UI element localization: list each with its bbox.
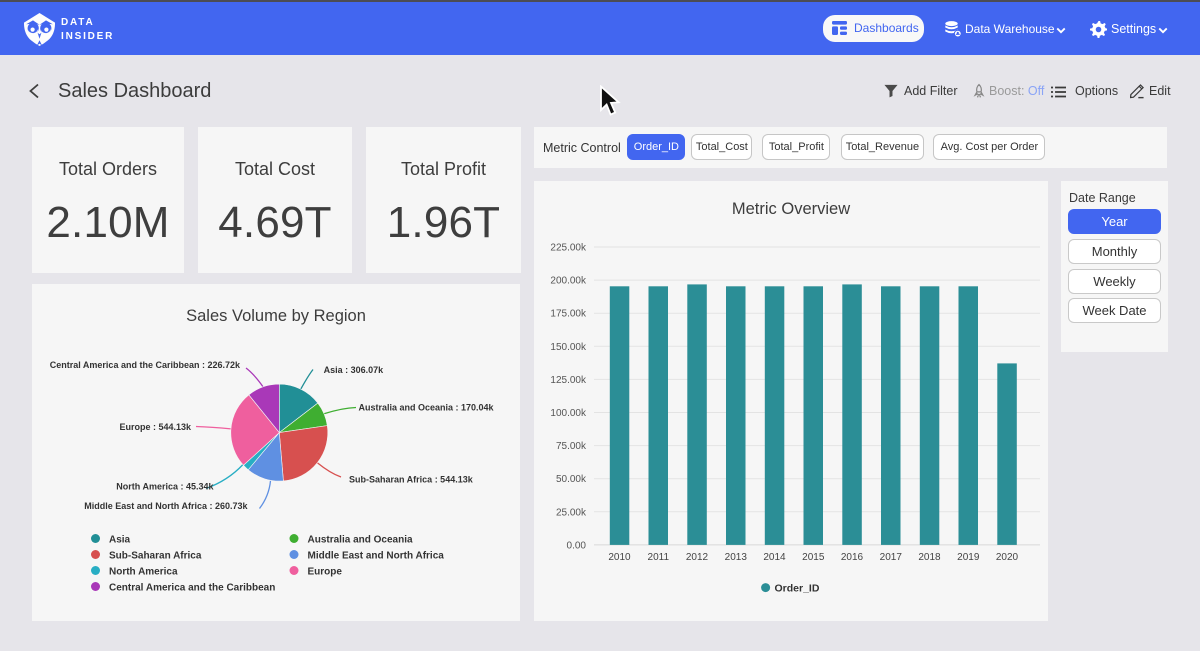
svg-text:175.00k: 175.00k	[550, 309, 587, 320]
svg-text:150.00k: 150.00k	[550, 342, 587, 353]
svg-text:Sales Volume by Region: Sales Volume by Region	[186, 307, 366, 325]
svg-text:75.00k: 75.00k	[556, 441, 587, 452]
svg-text:125.00k: 125.00k	[550, 375, 587, 386]
svg-text:225.00k: 225.00k	[550, 243, 587, 254]
svg-text:Metric Overview: Metric Overview	[732, 200, 850, 218]
svg-text:2020: 2020	[996, 552, 1019, 563]
svg-text:North America : 45.34k: North America : 45.34k	[116, 482, 214, 492]
svg-text:Australia and Oceania: Australia and Oceania	[308, 535, 413, 546]
svg-text:0.00: 0.00	[567, 540, 587, 551]
svg-text:100.00k: 100.00k	[550, 408, 587, 419]
svg-text:Europe : 544.13k: Europe : 544.13k	[119, 422, 192, 432]
svg-text:2016: 2016	[841, 552, 864, 563]
svg-text:Asia : 306.07k: Asia : 306.07k	[324, 365, 385, 375]
svg-text:2014: 2014	[763, 552, 786, 563]
svg-text:Central America and the Caribb: Central America and the Caribbean : 226.…	[50, 360, 241, 370]
svg-text:North America: North America	[109, 567, 178, 578]
svg-text:2013: 2013	[725, 552, 748, 563]
svg-text:Middle East and North Africa: Middle East and North Africa	[308, 551, 445, 562]
svg-text:Australia and Oceania : 170.04: Australia and Oceania : 170.04k	[359, 403, 495, 413]
svg-text:25.00k: 25.00k	[556, 507, 587, 518]
svg-text:Middle East and North Africa :: Middle East and North Africa : 260.73k	[84, 501, 248, 511]
svg-text:Central America and the Caribb: Central America and the Caribbean	[109, 583, 275, 594]
svg-text:2018: 2018	[918, 552, 941, 563]
svg-text:200.00k: 200.00k	[550, 276, 587, 287]
svg-text:2015: 2015	[802, 552, 825, 563]
svg-text:50.00k: 50.00k	[556, 474, 587, 485]
svg-text:Europe: Europe	[308, 567, 343, 578]
svg-text:2010: 2010	[608, 552, 631, 563]
svg-text:Sub-Saharan Africa : 544.13k: Sub-Saharan Africa : 544.13k	[349, 475, 474, 485]
svg-text:Sub-Saharan Africa: Sub-Saharan Africa	[109, 551, 202, 562]
svg-text:Asia: Asia	[109, 535, 131, 546]
svg-text:Order_ID: Order_ID	[775, 583, 820, 595]
svg-text:2019: 2019	[957, 552, 980, 563]
svg-text:2017: 2017	[880, 552, 903, 563]
svg-text:2012: 2012	[686, 552, 709, 563]
svg-text:2011: 2011	[648, 552, 670, 563]
